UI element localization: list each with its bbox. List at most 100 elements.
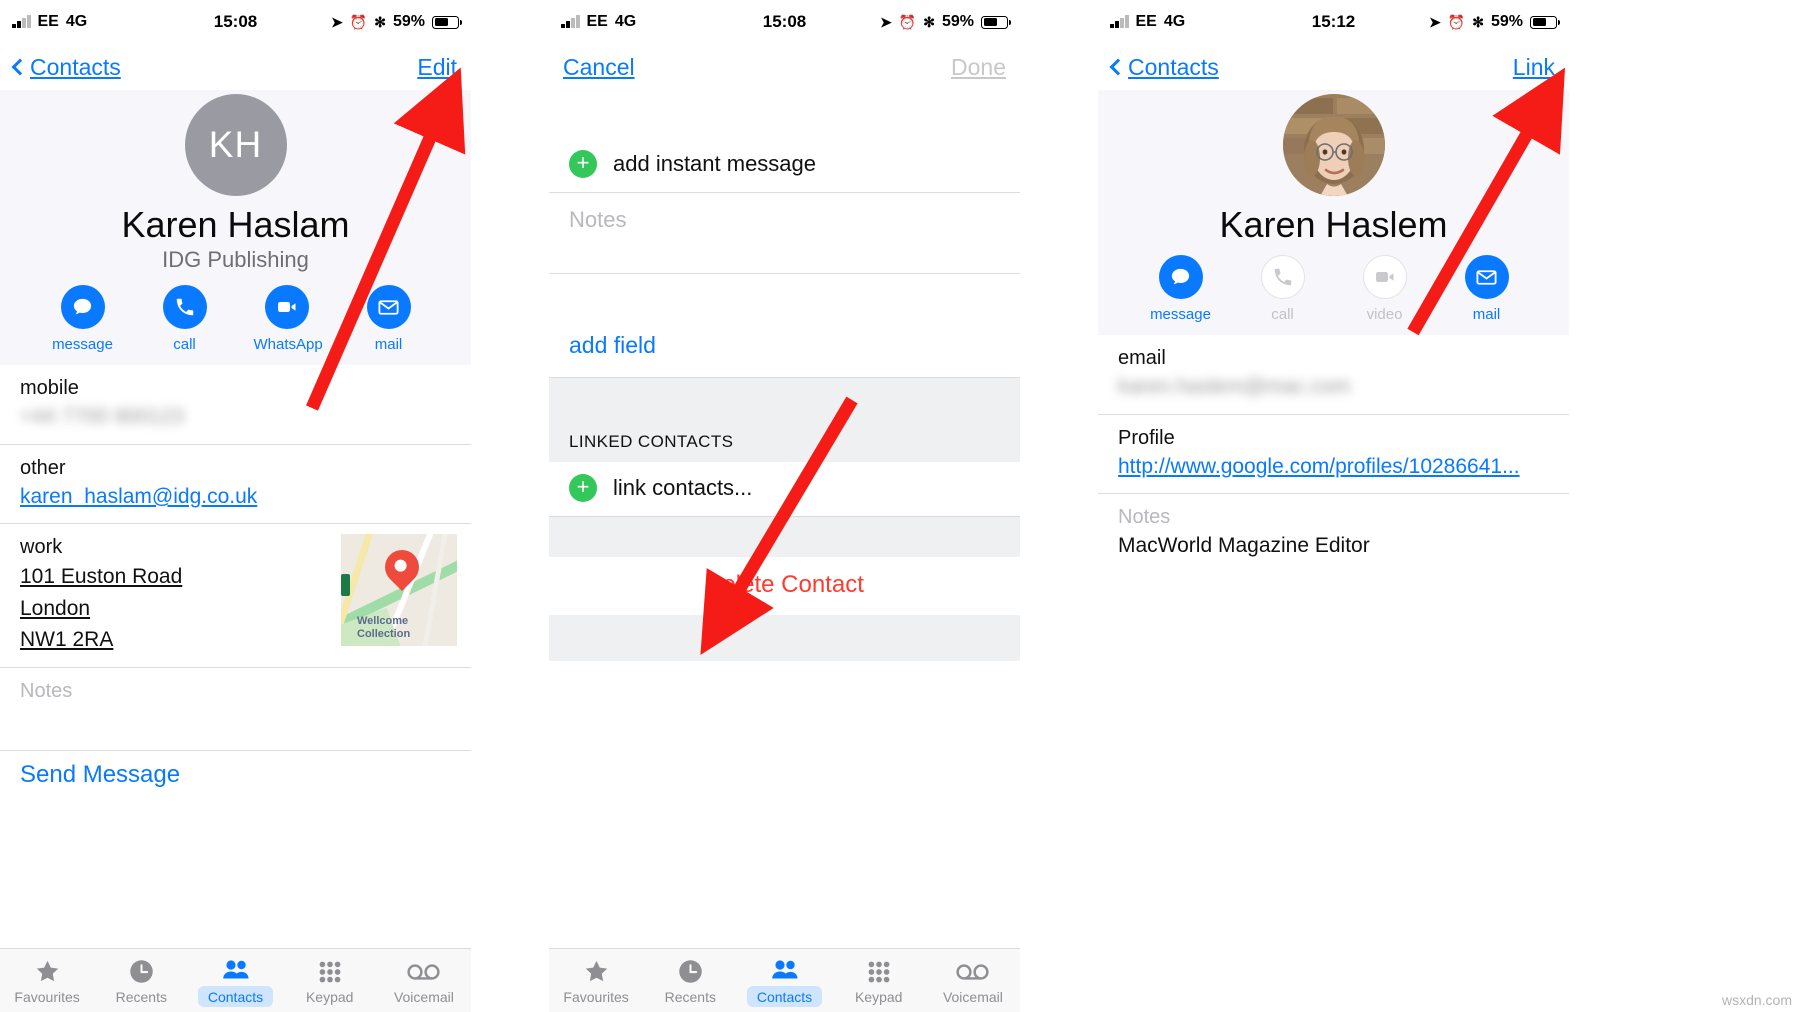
tab-favourites-label: Favourites [14, 988, 80, 1005]
tab-recents[interactable]: Recents [643, 957, 737, 1005]
field-profile-value[interactable]: http://www.google.com/profiles/10286641.… [1118, 452, 1549, 482]
contact-photo [1282, 94, 1385, 196]
battery-icon [1530, 15, 1560, 29]
contact-action-row: message call video mail [1098, 255, 1569, 323]
tab-keypad-label: Keypad [854, 988, 903, 1005]
section-separator [549, 517, 1020, 557]
action-whatsapp-label: WhatsApp [253, 336, 323, 354]
field-other-email[interactable]: other karen_haslam@idg.co.uk [0, 445, 471, 525]
action-call[interactable]: call [152, 285, 218, 353]
carrier-label: EE [586, 13, 608, 30]
network-type-label: 4G [65, 13, 88, 30]
carrier-label: EE [37, 13, 59, 30]
link-contacts-row[interactable]: + link contacts... [549, 462, 1020, 517]
battery-percent-label: 59% [941, 13, 974, 30]
action-whatsapp[interactable]: WhatsApp [253, 285, 323, 354]
tab-favourites[interactable]: Favourites [549, 957, 643, 1005]
contact-name: Karen Haslam [121, 204, 350, 245]
phone-screen-edit-view: EE 4G 15:08 ➤ ⏰ ✻ 59% Cancel Done + add … [549, 0, 1020, 1012]
tab-favourites[interactable]: Favourites [0, 957, 94, 1005]
bluetooth-icon: ✻ [1472, 14, 1484, 30]
send-message-button[interactable]: Send Message [0, 751, 471, 789]
add-field-row[interactable]: add field [549, 316, 1020, 378]
field-email-label: email [1118, 347, 1166, 370]
bluetooth-icon: ✻ [923, 14, 935, 30]
battery-icon [981, 15, 1011, 29]
field-mobile-value: +44 7700 900123 [20, 405, 185, 429]
contact-action-row: message call WhatsApp mail [0, 285, 471, 353]
bottom-section-strip [549, 615, 1020, 661]
screenshot-stage: EE 4G 15:08 ➤ ⏰ ✻ 59% Contacts Edit KH K… [0, 0, 1800, 1012]
field-other-value[interactable]: karen_haslam@idg.co.uk [20, 482, 451, 512]
field-work-address[interactable]: work 101 Euston Road London NW1 2RA Well… [0, 524, 471, 668]
field-notes[interactable]: Notes [0, 668, 471, 751]
battery-percent-label: 59% [1490, 13, 1523, 30]
action-message[interactable]: message [50, 285, 116, 353]
tab-contacts-label: Contacts [737, 986, 831, 1007]
voicemail-icon [377, 957, 471, 987]
location-arrow-icon: ➤ [880, 14, 892, 30]
envelope-icon [1464, 255, 1509, 300]
tab-contacts[interactable]: Contacts [188, 954, 282, 1007]
tab-keypad[interactable]: Keypad [283, 957, 377, 1005]
phone-icon [162, 285, 207, 330]
location-arrow-icon: ➤ [331, 14, 343, 30]
contact-name: Karen Haslem [1219, 204, 1448, 245]
add-instant-message-row[interactable]: + add instant message [549, 138, 1020, 193]
action-mail[interactable]: mail [1454, 255, 1520, 323]
bluetooth-icon: ✻ [374, 14, 386, 30]
contact-header: Karen Haslem message call video mail [1098, 90, 1569, 336]
navigation-bar: Contacts Edit [0, 44, 471, 90]
carrier-label: EE [1135, 13, 1157, 30]
action-video: video [1352, 255, 1418, 323]
tab-contacts[interactable]: Contacts [737, 954, 831, 1007]
tab-keypad[interactable]: Keypad [832, 957, 926, 1005]
alarm-clock-icon: ⏰ [898, 14, 917, 30]
tab-voicemail-label: Voicemail [393, 988, 454, 1005]
tab-bar: Favourites Recents Contacts Keypad Voice… [549, 948, 1020, 1012]
map-thumbnail[interactable]: Wellcome Collection [341, 534, 457, 647]
field-profile-label: Profile [1118, 426, 1175, 449]
action-mail-label: mail [1472, 306, 1501, 324]
field-mobile[interactable]: mobile +44 7700 900123 [0, 365, 471, 445]
delete-contact-label: Delete Contact [705, 571, 864, 598]
action-message[interactable]: message [1148, 255, 1214, 323]
field-email[interactable]: email karen.haslem@mac.com [1098, 335, 1569, 415]
back-to-contacts-button[interactable]: Contacts [1109, 53, 1219, 81]
phone-icon [1260, 255, 1305, 300]
back-to-contacts-button[interactable]: Contacts [11, 54, 121, 81]
video-camera-icon [1362, 255, 1407, 300]
link-button[interactable]: Link [1513, 54, 1555, 81]
location-arrow-icon: ➤ [1429, 14, 1441, 30]
field-profile[interactable]: Profile http://www.google.com/profiles/1… [1098, 415, 1569, 495]
action-mail[interactable]: mail [356, 285, 422, 353]
done-button[interactable]: Done [951, 54, 1006, 81]
field-mobile-label: mobile [20, 377, 79, 400]
contact-organization: IDG Publishing [162, 247, 309, 273]
field-notes[interactable]: Notes MacWorld Magazine Editor [1098, 494, 1569, 572]
tab-recents[interactable]: Recents [94, 957, 188, 1005]
notes-placeholder: Notes [569, 207, 627, 232]
watermark: wsxdn.com [1721, 992, 1792, 1008]
tab-voicemail[interactable]: Voicemail [926, 957, 1020, 1005]
tab-voicemail[interactable]: Voicemail [377, 957, 471, 1005]
field-notes-value: MacWorld Magazine Editor [1118, 534, 1370, 558]
notes-input[interactable]: Notes [549, 193, 1020, 274]
action-mail-label: mail [374, 336, 403, 354]
edit-button[interactable]: Edit [417, 54, 457, 81]
chevron-left-icon [11, 58, 29, 76]
back-label: Contacts [1128, 53, 1219, 80]
alarm-clock-icon: ⏰ [1447, 14, 1466, 30]
avatar[interactable] [1282, 94, 1385, 196]
people-icon [737, 954, 831, 984]
section-gap [549, 378, 1020, 424]
battery-percent-label: 59% [392, 13, 425, 30]
cancel-button[interactable]: Cancel [563, 54, 635, 81]
field-email-value: karen.haslem@mac.com [1118, 375, 1351, 399]
video-camera-icon [264, 285, 309, 330]
map-place-label: Wellcome Collection [357, 614, 411, 640]
delete-contact-row[interactable]: Delete Contact [549, 557, 1020, 615]
action-video-label: video [1366, 306, 1403, 324]
clock-icon [94, 957, 188, 987]
avatar[interactable]: KH [184, 94, 287, 196]
